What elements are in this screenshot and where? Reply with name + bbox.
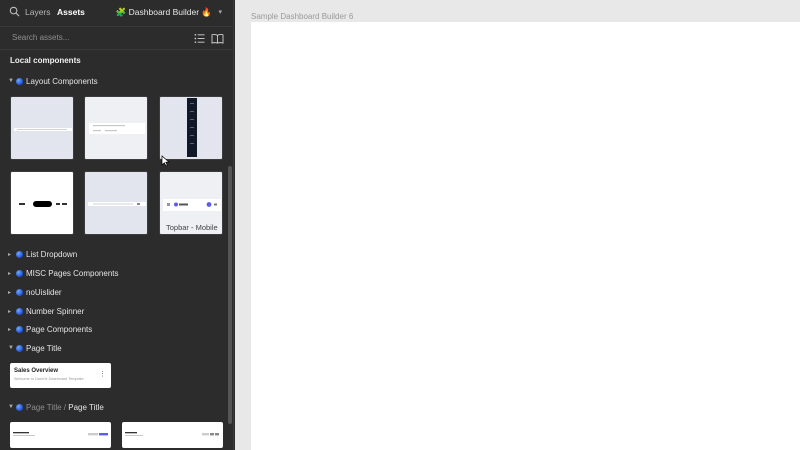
component-thumbnail[interactable]	[159, 96, 223, 160]
search-icon[interactable]	[9, 6, 20, 17]
group-path-child: Page Title	[68, 403, 104, 412]
group-layout-components[interactable]: ▼ Layout Components	[0, 76, 228, 88]
caret-right-icon[interactable]: ▸	[8, 251, 11, 258]
thumbnail-preview	[125, 432, 219, 436]
component-icon	[16, 78, 23, 85]
page-title-component-card[interactable]: Sales Overview Welcome to Dash'le Dashbo…	[10, 363, 111, 388]
panel-tabs: Layers Assets 🧩 Dashboard Builder 🔥 ▾	[0, 0, 234, 24]
thumbnail-caption: Topbar - Mobile	[166, 223, 218, 232]
thumbnail-preview	[187, 98, 197, 157]
group-label: List Dropdown	[26, 250, 78, 259]
canvas-frame[interactable]	[251, 22, 800, 450]
caret-right-icon[interactable]: ▸	[8, 270, 11, 277]
group-path-parent: Page Title /	[26, 403, 69, 412]
component-icon	[16, 345, 23, 352]
group-misc-pages-components[interactable]: ▸ MISC Pages Components	[0, 268, 228, 280]
group-page-title-page-title[interactable]: ▼ Page Title / Page Title	[0, 402, 228, 414]
group-page-components[interactable]: ▸ Page Components	[0, 324, 228, 336]
file-name[interactable]: 🧩 Dashboard Builder 🔥	[116, 7, 212, 18]
component-icon	[16, 404, 23, 411]
chevron-down-icon[interactable]: ▾	[218, 8, 222, 16]
thumbnail-preview	[13, 432, 108, 436]
group-label: MISC Pages Components	[26, 269, 119, 278]
tab-layers[interactable]: Layers	[25, 7, 51, 17]
caret-down-icon[interactable]: ▼	[8, 78, 14, 84]
library-book-icon[interactable]	[211, 33, 224, 44]
group-label: Page Title	[26, 344, 62, 353]
component-icon	[16, 308, 23, 315]
group-label: Page Title / Page Title	[26, 403, 104, 412]
asset-search-row	[0, 26, 234, 50]
figma-app: Layers Assets 🧩 Dashboard Builder 🔥 ▾ Lo…	[0, 0, 800, 450]
component-thumbnail[interactable]	[10, 96, 74, 160]
thumbnail-preview	[88, 202, 146, 206]
group-label: noUislider	[26, 288, 62, 297]
group-page-title[interactable]: ▼ Page Title	[0, 343, 228, 355]
caret-right-icon[interactable]: ▸	[8, 308, 11, 315]
frame-label[interactable]: Sample Dashboard Builder 6	[251, 12, 353, 21]
group-label: Layout Components	[26, 77, 98, 86]
list-view-icon[interactable]	[194, 33, 205, 44]
more-options-icon[interactable]: ⋮	[99, 370, 106, 378]
caret-right-icon[interactable]: ▸	[8, 289, 11, 296]
tab-assets[interactable]: Assets	[57, 7, 85, 17]
group-label: Page Components	[26, 325, 93, 334]
group-number-spinner[interactable]: ▸ Number Spinner	[0, 306, 228, 318]
thumbnail-preview	[14, 128, 72, 131]
component-icon	[16, 289, 23, 296]
card-title: Sales Overview	[14, 368, 59, 374]
card-subtitle: Welcome to Dash'le Dashboard Template	[14, 377, 84, 381]
component-icon	[16, 270, 23, 277]
thumbnail-preview	[89, 123, 145, 134]
design-canvas[interactable]: Sample Dashboard Builder 6	[235, 0, 800, 450]
panel-scrollbar[interactable]	[228, 166, 232, 424]
mouse-cursor-icon	[161, 155, 170, 167]
caret-right-icon[interactable]: ▸	[8, 326, 11, 333]
group-label: Number Spinner	[26, 307, 85, 316]
component-thumbnail[interactable]	[84, 171, 148, 235]
search-input[interactable]	[12, 33, 162, 42]
component-thumbnail[interactable]	[10, 171, 74, 235]
component-thumbnail-topbar-mobile[interactable]: Topbar - Mobile	[159, 171, 223, 235]
page-title-variant-card[interactable]	[10, 422, 111, 448]
group-nouislider[interactable]: ▸ noUislider	[0, 287, 228, 299]
caret-down-icon[interactable]: ▼	[8, 345, 14, 351]
local-components-heading: Local components	[10, 56, 81, 65]
group-list-dropdown[interactable]: ▸ List Dropdown	[0, 249, 228, 261]
caret-down-icon[interactable]: ▼	[8, 404, 14, 410]
component-thumbnail[interactable]	[84, 96, 148, 160]
page-title-variant-card[interactable]	[122, 422, 223, 448]
component-icon	[16, 326, 23, 333]
component-icon	[16, 251, 23, 258]
thumbnail-preview	[19, 201, 67, 207]
assets-panel: Layers Assets 🧩 Dashboard Builder 🔥 ▾ Lo…	[0, 0, 234, 450]
